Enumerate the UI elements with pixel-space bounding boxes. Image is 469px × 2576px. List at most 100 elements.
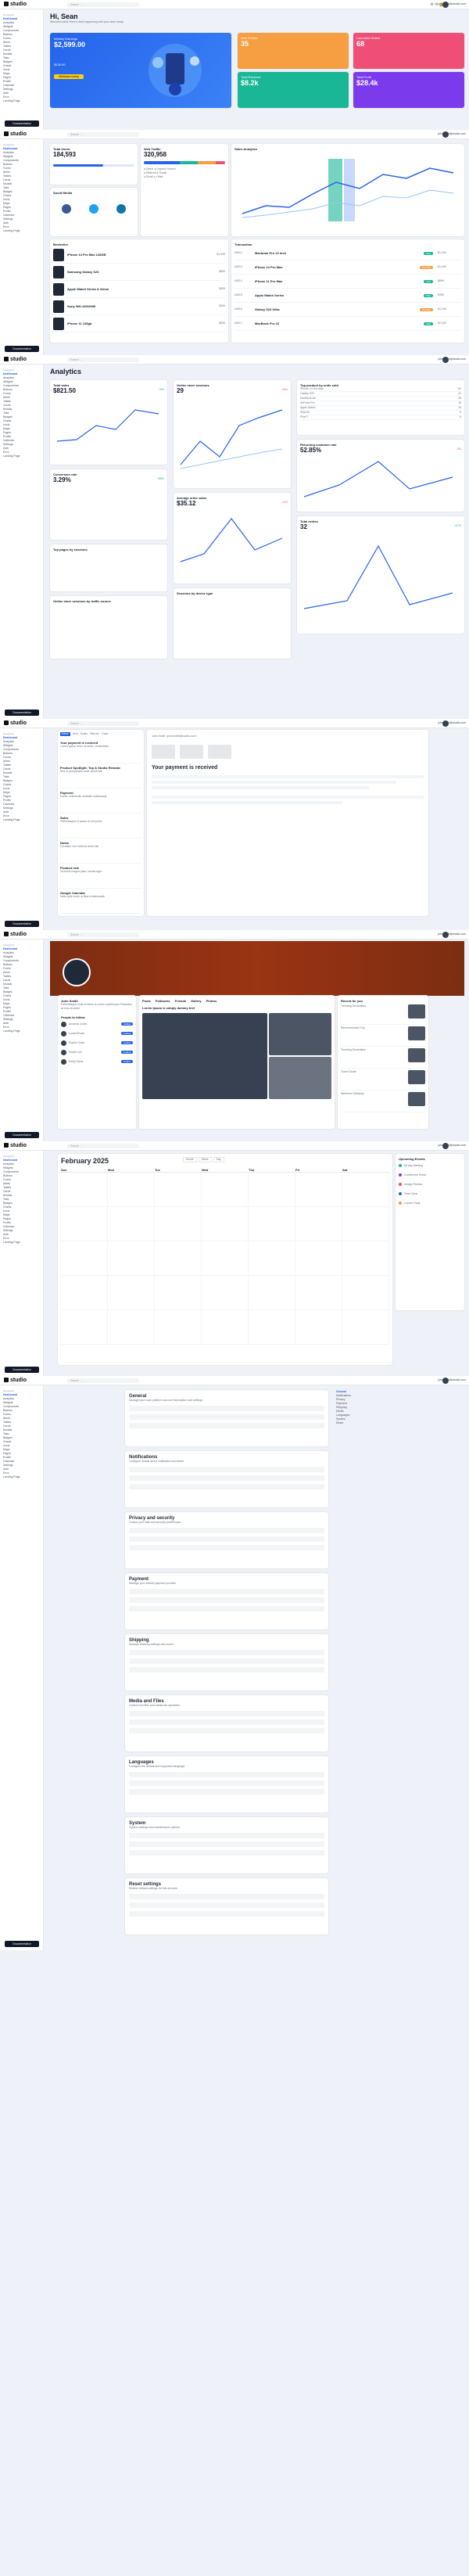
brand-logo[interactable]: studio [4, 932, 27, 937]
settings-field[interactable] [129, 1658, 324, 1664]
event-item[interactable]: Team Sync [399, 1189, 461, 1198]
calendar-day-cell[interactable] [108, 1276, 155, 1310]
calendar-day-cell[interactable] [61, 1310, 108, 1345]
settings-field[interactable] [129, 1833, 324, 1838]
attachment-thumb[interactable] [180, 745, 203, 759]
post-image[interactable] [142, 1013, 267, 1099]
twitter-icon[interactable] [88, 204, 98, 214]
settings-field[interactable] [129, 1650, 324, 1655]
calendar-day-cell[interactable] [108, 1207, 155, 1241]
mail-item[interactable]: Your payment is received Lorem ipsum dolo… [60, 738, 141, 763]
calendar-day-cell[interactable] [342, 1207, 389, 1241]
documentation-button[interactable]: Documentation [5, 921, 39, 927]
tab-trash[interactable]: Trash [102, 732, 109, 736]
sidebar-item[interactable]: Landing Page [3, 454, 40, 458]
calendar-day-cell[interactable] [61, 1241, 108, 1276]
attachment-thumb[interactable] [152, 745, 175, 759]
sidebar-item[interactable]: Landing Page [3, 99, 40, 103]
calendar-day-cell[interactable] [342, 1276, 389, 1310]
settings-field[interactable] [129, 1589, 324, 1594]
settings-field[interactable] [129, 1597, 324, 1603]
user-email[interactable]: johnsmith@studio.com [439, 2, 466, 5]
event-item[interactable]: All-day Meeting [399, 1161, 461, 1170]
tab-photos[interactable]: Photos [206, 999, 217, 1003]
settings-field[interactable] [129, 1475, 324, 1481]
list-item[interactable]: Travel Guide [341, 1069, 425, 1090]
follow-button[interactable]: Follow [121, 1051, 133, 1054]
table-row[interactable]: #3012 Macbook Pro 13 inch Paid $1,299 [234, 246, 461, 260]
user-email[interactable]: johnsmith@studio.com [439, 132, 466, 135]
list-item[interactable]: Recommended Trip [341, 1025, 425, 1047]
documentation-button[interactable]: Documentation [5, 710, 39, 716]
calendar-day-cell[interactable] [155, 1173, 202, 1207]
settings-field[interactable] [129, 1423, 324, 1428]
list-item[interactable]: Weekend Getaway [341, 1090, 425, 1112]
calendar-day-cell[interactable] [295, 1241, 342, 1276]
settings-field[interactable] [129, 1406, 324, 1411]
calendar-day-cell[interactable] [155, 1310, 202, 1345]
settings-field[interactable] [129, 1536, 324, 1542]
brand-logo[interactable]: studio [4, 2, 27, 7]
list-item[interactable]: Samsung Galaxy S23 $899 [53, 264, 225, 281]
table-row[interactable]: #3014 iPhone 11 Pro Max Paid $899 [234, 275, 461, 289]
settings-field[interactable] [129, 1911, 324, 1917]
tab-posts[interactable]: Posts [142, 999, 151, 1003]
calendar-day-cell[interactable] [202, 1276, 249, 1310]
mail-item[interactable]: Notes Curabitur non nulla sit amet nisl [60, 839, 141, 864]
calendar-day-cell[interactable] [108, 1173, 155, 1207]
settings-nav-reset[interactable]: Reset [336, 1421, 406, 1425]
view-week[interactable]: Week [198, 1157, 212, 1162]
settings-field[interactable] [129, 1545, 324, 1550]
settings-field[interactable] [129, 1780, 324, 1786]
calendar-day-cell[interactable] [342, 1241, 389, 1276]
mail-item[interactable]: Product Spotlight: Top & Studio Remake Se… [60, 763, 141, 789]
calendar-day-cell[interactable] [61, 1173, 108, 1207]
settings-field[interactable] [129, 1902, 324, 1908]
settings-field[interactable] [129, 1667, 324, 1672]
brand-logo[interactable]: studio [4, 1378, 27, 1383]
attachment-thumb[interactable] [208, 745, 231, 759]
sidebar-item[interactable]: Landing Page [3, 1241, 40, 1245]
event-item[interactable]: Launch Party [399, 1198, 461, 1208]
tab-drafts[interactable]: Drafts [81, 732, 88, 736]
calendar-day-cell[interactable] [295, 1276, 342, 1310]
follow-button[interactable]: Follow [121, 1060, 133, 1063]
list-item[interactable]: iPhone 14 Pro Max 128GB $1,099 [53, 246, 225, 264]
calendar-day-cell[interactable] [249, 1310, 295, 1345]
follow-button[interactable]: Follow [121, 1022, 133, 1026]
search-input[interactable]: Search ... [67, 1144, 139, 1148]
search-input[interactable]: Search ... [67, 132, 139, 137]
brand-logo[interactable]: studio [4, 720, 27, 726]
table-row[interactable]: #3013 iPhone 14 Pro Max Pending $1,099 [234, 260, 461, 275]
calendar-day-cell[interactable] [61, 1207, 108, 1241]
documentation-button[interactable]: Documentation [5, 1941, 39, 1947]
settings-field[interactable] [129, 1467, 324, 1472]
list-item[interactable]: Sony WH-1000XM5 $349 [53, 298, 225, 315]
settings-field[interactable] [129, 1711, 324, 1716]
view-day[interactable]: Day [213, 1157, 224, 1162]
follow-button[interactable]: Follow [121, 1032, 133, 1035]
mail-item[interactable]: Product new Vivamus magna justo, lacinia … [60, 864, 141, 889]
calendar-day-cell[interactable] [202, 1310, 249, 1345]
settings-field[interactable] [129, 1606, 324, 1611]
post-image[interactable] [269, 1057, 331, 1099]
sidebar-item[interactable]: Landing Page [3, 1029, 40, 1033]
calendar-day-cell[interactable] [249, 1173, 295, 1207]
settings-field[interactable] [129, 1894, 324, 1899]
calendar-day-cell[interactable] [249, 1207, 295, 1241]
event-item[interactable]: Design Review [399, 1180, 461, 1189]
tab-inbox[interactable]: Inbox [60, 732, 70, 736]
table-row[interactable]: #3017 MacBook Pro 16 Paid $2,499 [234, 317, 461, 331]
calendar-day-cell[interactable] [155, 1276, 202, 1310]
calendar-day-cell[interactable] [202, 1173, 249, 1207]
brand-logo[interactable]: studio [4, 1143, 27, 1148]
sidebar-item[interactable]: Landing Page [3, 1475, 40, 1479]
calendar-day-cell[interactable] [202, 1241, 249, 1276]
search-input[interactable]: Search ... [67, 932, 139, 937]
mail-item[interactable]: Payment Donec sollicitudin molestie males… [60, 789, 141, 814]
tab-gallery[interactable]: Gallery [191, 999, 202, 1003]
calendar-day-cell[interactable] [155, 1207, 202, 1241]
list-item[interactable]: Apple Watch Series 8 41mm $399 [53, 281, 225, 298]
settings-field[interactable] [129, 1414, 324, 1420]
list-item[interactable]: Trending Destination [341, 1003, 425, 1025]
